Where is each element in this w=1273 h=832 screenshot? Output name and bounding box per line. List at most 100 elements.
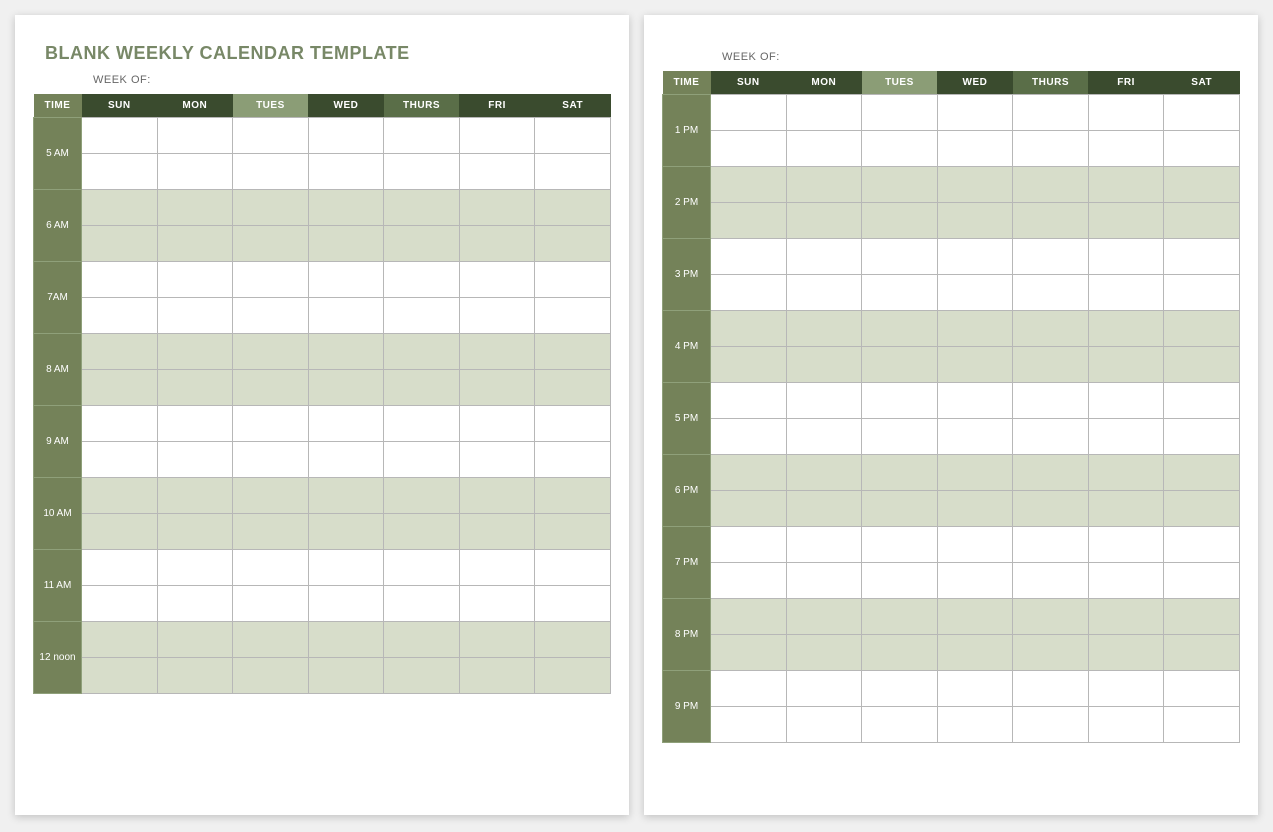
calendar-slot bbox=[82, 226, 158, 262]
calendar-slot bbox=[1164, 419, 1240, 455]
calendar-slot bbox=[1013, 95, 1089, 131]
calendar-slot bbox=[786, 563, 862, 599]
time-label: 8 AM bbox=[34, 334, 82, 406]
calendar-slot bbox=[308, 406, 384, 442]
calendar-slot bbox=[1164, 563, 1240, 599]
calendar-slot bbox=[862, 671, 938, 707]
calendar-slot bbox=[862, 95, 938, 131]
calendar-slot bbox=[233, 478, 309, 514]
calendar-slot bbox=[862, 347, 938, 383]
day-column-header: SAT bbox=[1164, 71, 1240, 95]
calendar-slot bbox=[535, 658, 611, 694]
calendar-slot bbox=[82, 334, 158, 370]
calendar-slot bbox=[1088, 455, 1164, 491]
calendar-slot bbox=[862, 707, 938, 743]
table-row: 11 AM bbox=[34, 550, 611, 586]
calendar-table-1: TIMESUNMONTUESWEDTHURSFRISAT 5 AM6 AM7AM… bbox=[33, 94, 611, 694]
calendar-slot bbox=[157, 190, 233, 226]
calendar-slot bbox=[937, 527, 1013, 563]
calendar-slot bbox=[1013, 563, 1089, 599]
day-column-header: SUN bbox=[711, 71, 787, 95]
day-column-header: THURS bbox=[1013, 71, 1089, 95]
calendar-slot bbox=[535, 118, 611, 154]
time-label: 9 AM bbox=[34, 406, 82, 478]
calendar-slot bbox=[384, 118, 460, 154]
calendar-slot bbox=[157, 586, 233, 622]
calendar-table-2: TIMESUNMONTUESWEDTHURSFRISAT 1 PM2 PM3 P… bbox=[662, 71, 1240, 743]
calendar-page-2: WEEK OF: TIMESUNMONTUESWEDTHURSFRISAT 1 … bbox=[644, 15, 1258, 815]
calendar-slot bbox=[937, 95, 1013, 131]
calendar-slot bbox=[937, 311, 1013, 347]
calendar-slot bbox=[384, 298, 460, 334]
calendar-slot bbox=[1088, 671, 1164, 707]
calendar-slot bbox=[459, 370, 535, 406]
calendar-slot bbox=[1013, 203, 1089, 239]
day-column-header: TUES bbox=[862, 71, 938, 95]
calendar-slot bbox=[535, 154, 611, 190]
calendar-slot bbox=[1164, 131, 1240, 167]
calendar-slot bbox=[157, 514, 233, 550]
calendar-slot bbox=[937, 275, 1013, 311]
calendar-slot bbox=[233, 154, 309, 190]
calendar-slot bbox=[535, 298, 611, 334]
calendar-slot bbox=[711, 275, 787, 311]
calendar-slot bbox=[937, 239, 1013, 275]
calendar-slot bbox=[157, 658, 233, 694]
calendar-slot bbox=[786, 383, 862, 419]
calendar-slot bbox=[459, 190, 535, 226]
calendar-header-row: TIMESUNMONTUESWEDTHURSFRISAT bbox=[34, 94, 611, 118]
calendar-slot bbox=[1088, 383, 1164, 419]
calendar-slot bbox=[786, 419, 862, 455]
calendar-slot bbox=[1088, 707, 1164, 743]
calendar-slot bbox=[82, 586, 158, 622]
calendar-slot bbox=[711, 95, 787, 131]
calendar-slot bbox=[1164, 275, 1240, 311]
calendar-slot bbox=[711, 203, 787, 239]
calendar-slot bbox=[1164, 311, 1240, 347]
calendar-slot bbox=[937, 599, 1013, 635]
time-label: 7AM bbox=[34, 262, 82, 334]
calendar-slot bbox=[1088, 167, 1164, 203]
table-row: 8 PM bbox=[663, 599, 1240, 635]
calendar-slot bbox=[1088, 527, 1164, 563]
calendar-slot bbox=[384, 586, 460, 622]
calendar-slot bbox=[459, 442, 535, 478]
calendar-slot bbox=[384, 370, 460, 406]
table-row bbox=[663, 635, 1240, 671]
calendar-slot bbox=[308, 514, 384, 550]
calendar-slot bbox=[233, 514, 309, 550]
calendar-slot bbox=[459, 262, 535, 298]
calendar-slot bbox=[459, 550, 535, 586]
calendar-slot bbox=[1088, 131, 1164, 167]
day-column-header: MON bbox=[786, 71, 862, 95]
calendar-slot bbox=[535, 622, 611, 658]
calendar-slot bbox=[786, 347, 862, 383]
calendar-slot bbox=[786, 635, 862, 671]
day-column-header: WED bbox=[937, 71, 1013, 95]
time-column-header: TIME bbox=[663, 71, 711, 95]
calendar-slot bbox=[786, 131, 862, 167]
calendar-slot bbox=[1088, 239, 1164, 275]
calendar-slot bbox=[1013, 491, 1089, 527]
calendar-slot bbox=[786, 203, 862, 239]
calendar-slot bbox=[233, 226, 309, 262]
calendar-slot bbox=[1013, 347, 1089, 383]
table-row bbox=[663, 347, 1240, 383]
day-column-header: WED bbox=[308, 94, 384, 118]
calendar-slot bbox=[862, 455, 938, 491]
calendar-slot bbox=[308, 586, 384, 622]
calendar-slot bbox=[862, 131, 938, 167]
calendar-slot bbox=[862, 635, 938, 671]
table-row bbox=[663, 419, 1240, 455]
calendar-header-row: TIMESUNMONTUESWEDTHURSFRISAT bbox=[663, 71, 1240, 95]
calendar-slot bbox=[1013, 599, 1089, 635]
day-column-header: THURS bbox=[384, 94, 460, 118]
calendar-slot bbox=[862, 239, 938, 275]
calendar-slot bbox=[384, 334, 460, 370]
calendar-slot bbox=[535, 334, 611, 370]
time-label: 6 PM bbox=[663, 455, 711, 527]
day-column-header: FRI bbox=[1088, 71, 1164, 95]
calendar-slot bbox=[82, 550, 158, 586]
calendar-slot bbox=[937, 131, 1013, 167]
calendar-slot bbox=[862, 275, 938, 311]
